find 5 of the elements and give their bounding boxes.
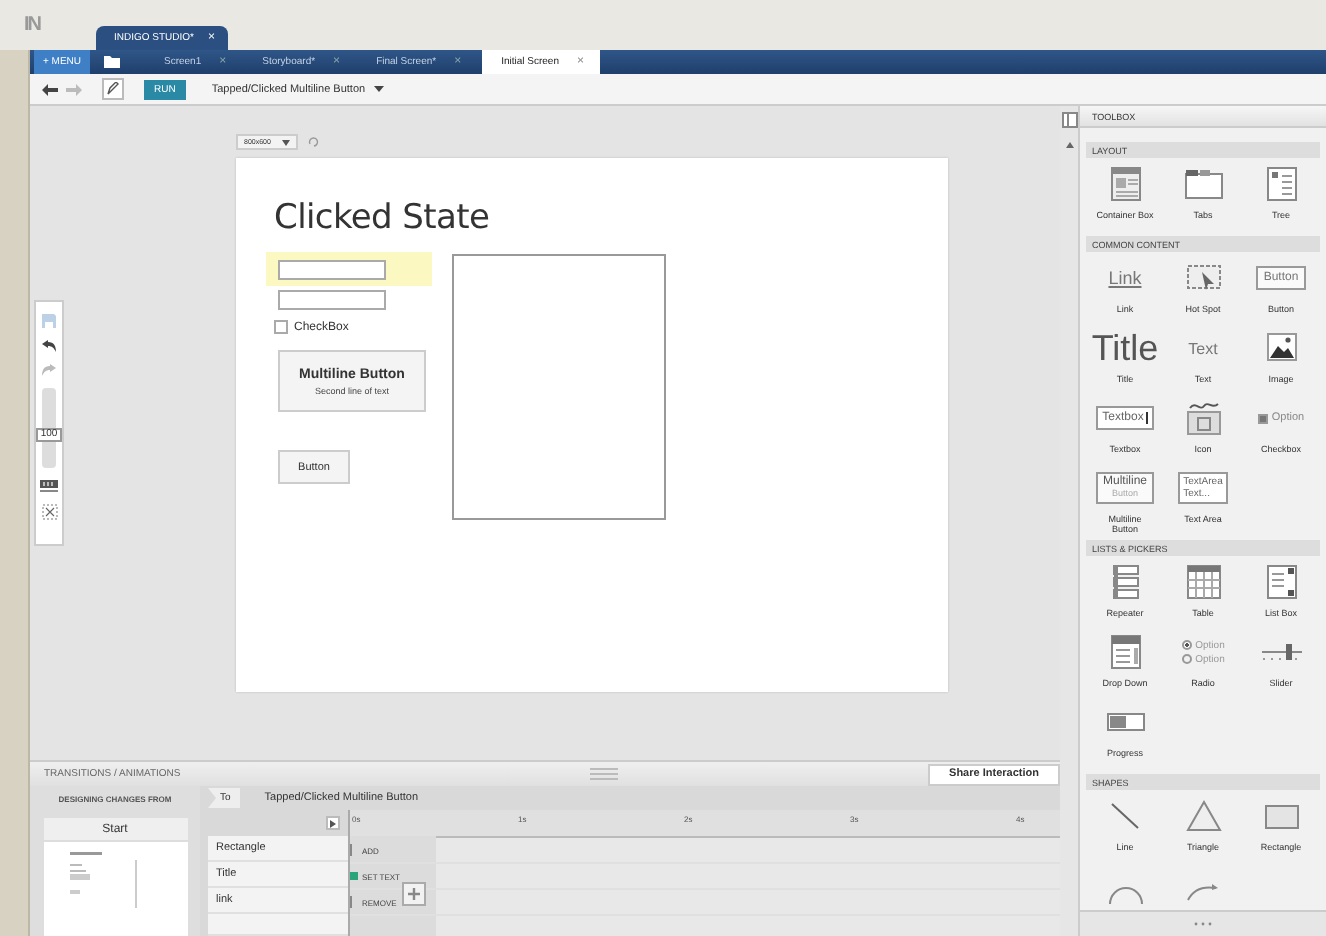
title-preview[interactable]: Title xyxy=(1091,330,1159,366)
link-preview[interactable]: Link xyxy=(1108,268,1142,288)
heading: Clicked State xyxy=(274,198,490,238)
text-preview[interactable]: Text xyxy=(1188,339,1218,357)
app-logo: IN xyxy=(24,14,40,36)
